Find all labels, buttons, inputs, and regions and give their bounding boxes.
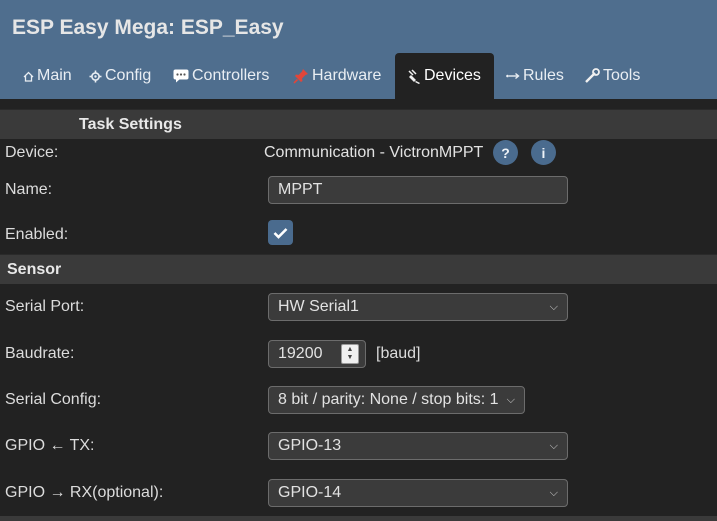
serial-port-label: Serial Port: [5, 298, 85, 315]
baudrate-value: 19200 [278, 345, 323, 362]
section-divider [0, 516, 717, 521]
tab-label: Main [37, 67, 72, 84]
info-button[interactable]: i [531, 140, 556, 165]
name-input-value: MPPT [278, 181, 323, 198]
gpio-rx-value: GPIO-14 [278, 484, 342, 501]
device-value: Communication - VictronMPPT [264, 144, 484, 161]
name-label: Name: [5, 181, 53, 198]
info-icon: i [541, 144, 546, 161]
wrench-icon [584, 68, 600, 84]
help-icon: ? [501, 144, 510, 161]
device-label: Device: [5, 144, 59, 161]
gpio-tx-label: GPIO ← TX: [5, 437, 95, 454]
arrow-icon [506, 71, 520, 81]
tab-label: Hardware [312, 67, 382, 84]
help-button[interactable]: ? [493, 140, 518, 165]
chevron-down-icon: ⌵ [549, 439, 558, 452]
tab-tools[interactable]: Tools [573, 53, 651, 99]
stepper-icon[interactable]: ▲ ▼ [341, 344, 359, 364]
gear-icon [89, 70, 102, 83]
tab-label: Tools [603, 67, 641, 84]
section-title: Sensor [7, 260, 62, 278]
chevron-down-icon: ⌵ [549, 486, 558, 499]
section-sensor: Sensor [0, 254, 717, 284]
pin-icon [293, 68, 309, 84]
baudrate-input[interactable]: 19200 ▲ ▼ [268, 340, 366, 368]
app-title: ESP Easy Mega: ESP_Easy [12, 16, 284, 39]
chevron-down-icon: ⌵ [549, 300, 558, 313]
tab-devices[interactable]: Devices [395, 53, 494, 99]
gpio-rx-label: GPIO → RX(optional): [5, 484, 164, 501]
tab-label: Controllers [192, 67, 270, 84]
tab-label: Config [105, 67, 152, 84]
plug-icon [406, 68, 421, 84]
serial-config-value: 8 bit / parity: None / stop bits: 1 [278, 391, 499, 408]
gpio-rx-select[interactable]: GPIO-14 ⌵ [268, 479, 568, 507]
enabled-label: Enabled: [5, 226, 69, 243]
tab-label: Devices [424, 67, 481, 84]
tab-config[interactable]: Config [78, 53, 162, 99]
baudrate-unit: [baud] [376, 345, 421, 362]
tab-rules[interactable]: Rules [495, 53, 575, 99]
top-header: ESP Easy Mega: ESP_Easy Main Config Cont… [0, 0, 717, 99]
check-icon [273, 227, 288, 239]
gpio-tx-value: GPIO-13 [278, 437, 342, 454]
tab-hardware[interactable]: Hardware [282, 53, 392, 99]
name-input[interactable]: MPPT [268, 176, 568, 204]
baudrate-label: Baudrate: [5, 345, 75, 362]
serial-port-value: HW Serial1 [278, 298, 359, 315]
tab-controllers[interactable]: Controllers [162, 53, 280, 99]
tab-main[interactable]: Main [12, 53, 83, 99]
tab-label: Rules [523, 67, 564, 84]
chat-icon [173, 69, 189, 83]
section-task-settings: Task Settings [0, 109, 717, 139]
serial-config-label: Serial Config: [5, 391, 102, 408]
section-title: Task Settings [79, 115, 182, 133]
enabled-checkbox[interactable] [268, 220, 293, 245]
chevron-down-icon: ⌵ [506, 393, 515, 406]
gpio-tx-select[interactable]: GPIO-13 ⌵ [268, 432, 568, 460]
serial-port-select[interactable]: HW Serial1 ⌵ [268, 293, 568, 321]
serial-config-select[interactable]: 8 bit / parity: None / stop bits: 1 ⌵ [268, 386, 525, 414]
home-icon [23, 71, 34, 82]
